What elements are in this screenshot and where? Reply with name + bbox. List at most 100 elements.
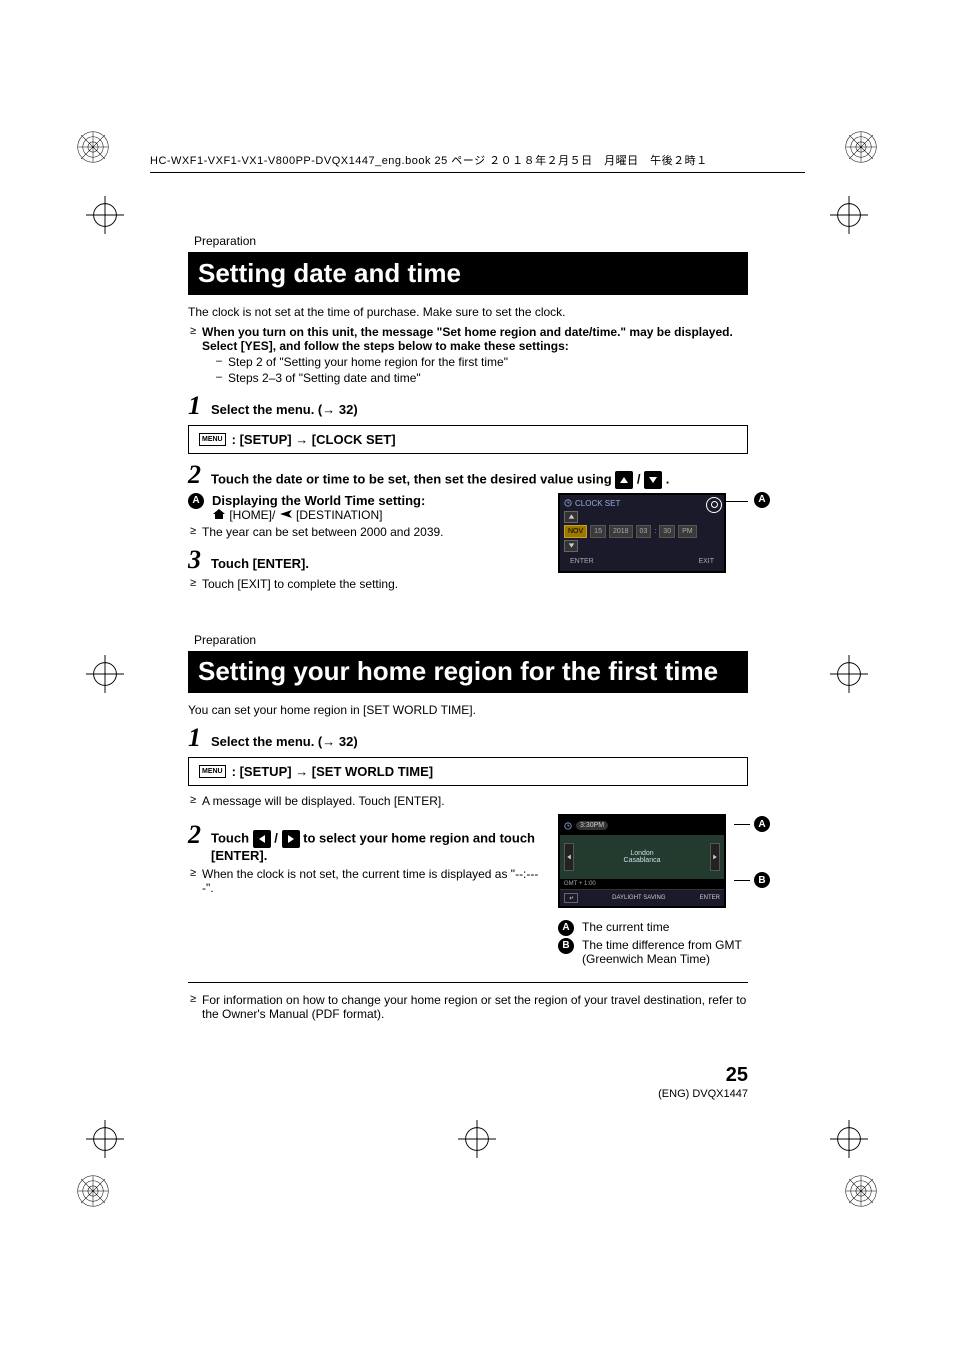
legend-b-badge: B: [558, 938, 574, 954]
menu-path-box: MENU : [SETUP] → [SET WORLD TIME]: [188, 757, 748, 786]
step-2-text: Touch / to select your home region and t…: [211, 830, 542, 863]
registration-mark: [830, 1120, 868, 1158]
step-number: 2: [188, 462, 201, 488]
divider: [188, 982, 748, 983]
clock-up-button[interactable]: [564, 511, 578, 523]
daylight-saving-button[interactable]: DAYLIGHT SAVING: [612, 895, 665, 901]
registration-rosette: [76, 1174, 110, 1208]
section-setting-home-region: Preparation Setting your home region for…: [188, 633, 748, 1021]
breadcrumb: Preparation: [194, 234, 748, 248]
callout-b-pointer: B: [734, 872, 770, 889]
note-bold: When you turn on this unit, the message …: [202, 325, 733, 353]
menu-path-box: MENU : [SETUP] → [CLOCK SET]: [188, 425, 748, 454]
note-turn-on: When you turn on this unit, the message …: [190, 325, 748, 385]
world-map: London Casablanca: [560, 835, 724, 879]
registration-mark: [830, 655, 868, 693]
menu-path: : [SETUP] → [CLOCK SET]: [232, 432, 396, 447]
world-time-options: [HOME]/ [DESTINATION]: [212, 508, 425, 523]
footer-note: For information on how to change your ho…: [190, 993, 748, 1021]
world-prev-button[interactable]: [564, 843, 574, 871]
exit-note: Touch [EXIT] to complete the setting.: [190, 577, 538, 591]
step-1: 1 Select the menu. (→ 32): [188, 725, 748, 751]
legend-a-text: The current time: [582, 920, 669, 934]
clock-not-set-note: When the clock is not set, the current t…: [190, 867, 542, 895]
arrow-right-icon: →: [322, 734, 335, 749]
world-next-button[interactable]: [710, 843, 720, 871]
clock-cell-min[interactable]: 30: [659, 525, 675, 538]
header-rule: [150, 172, 805, 173]
intro-text: You can set your home region in [SET WOR…: [188, 703, 748, 717]
registration-mark: [830, 196, 868, 234]
step-2: 2 Touch the date or time to be set, then…: [188, 462, 748, 489]
callout-a-row: A Displaying the World Time setting: [HO…: [188, 493, 538, 523]
callout-a-pointer: A: [754, 492, 770, 508]
page-title: Setting date and time: [188, 252, 748, 295]
callout-a-badge: A: [188, 493, 204, 509]
legend-b-text-2: (Greenwich Mean Time): [582, 952, 742, 966]
clock-cell-ampm[interactable]: PM: [678, 525, 697, 538]
step-1-text: Select the menu. (→ 32): [211, 402, 358, 417]
menu-icon: MENU: [199, 765, 226, 778]
clock-screen-title: CLOCK SET: [564, 499, 720, 509]
clock-exit-button[interactable]: EXIT: [698, 558, 714, 565]
world-city-2: Casablanca: [624, 857, 661, 864]
page-code: (ENG) DVQX1447: [188, 1088, 748, 1100]
clock-cell-year[interactable]: 2018: [609, 525, 633, 538]
callout-a-title: Displaying the World Time setting:: [212, 493, 425, 508]
clock-cell-month[interactable]: NOV: [564, 525, 587, 538]
step-3: 3 Touch [ENTER].: [188, 547, 538, 573]
gmt-offset: GMT + 1:00: [564, 881, 596, 887]
return-icon[interactable]: [564, 893, 578, 903]
message-note: A message will be displayed. Touch [ENTE…: [190, 794, 748, 808]
current-time-badge: 3:30PM: [576, 821, 608, 830]
world-enter-button[interactable]: ENTER: [700, 895, 720, 901]
step-number: 1: [188, 393, 201, 419]
clock-set-screenshot: CLOCK SET NOV 15 2018 03 : 30 PM: [558, 493, 726, 573]
world-time-indicator-icon: [706, 497, 722, 513]
registration-rosette: [76, 130, 110, 164]
registration-mark: [86, 655, 124, 693]
registration-mark: [86, 1120, 124, 1158]
menu-path: : [SETUP] → [SET WORLD TIME]: [232, 764, 434, 779]
right-arrow-icon: [282, 830, 300, 848]
callout-a-pointer: A: [734, 816, 770, 833]
step-1-text: Select the menu. (→ 32): [211, 734, 358, 749]
clock-cell-hour[interactable]: 03: [636, 525, 652, 538]
up-arrow-icon: [615, 471, 633, 489]
year-range-note: The year can be set between 2000 and 203…: [190, 525, 538, 539]
step-1: 1 Select the menu. (→ 32): [188, 393, 748, 419]
home-icon: [212, 508, 226, 523]
substep-date-time: Steps 2–3 of "Setting date and time": [216, 371, 748, 385]
clock-icon: [564, 818, 572, 833]
registration-mark: [458, 1120, 496, 1158]
step-number: 3: [188, 547, 201, 573]
clock-enter-button[interactable]: ENTER: [570, 558, 594, 565]
registration-mark: [86, 196, 124, 234]
step-number: 2: [188, 822, 201, 848]
legend-b-text-1: The time difference from GMT: [582, 938, 742, 952]
step-3-text: Touch [ENTER].: [211, 556, 309, 571]
legend-a-badge: A: [558, 920, 574, 936]
clock-value-row: NOV 15 2018 03 : 30 PM: [564, 525, 720, 538]
intro-text: The clock is not set at the time of purc…: [188, 305, 748, 319]
arrow-right-icon: →: [322, 402, 335, 417]
registration-rosette: [844, 1174, 878, 1208]
step-2: 2 Touch / to select your home region and…: [188, 822, 542, 864]
clock-icon: [564, 499, 572, 509]
plane-icon: [279, 508, 293, 523]
step-2-text: Touch the date or time to be set, then s…: [211, 471, 669, 489]
header-book-line: HC-WXF1-VXF1-VX1-V800PP-DVQX1447_eng.boo…: [150, 152, 708, 168]
down-arrow-icon: [644, 471, 662, 489]
clock-down-button[interactable]: [564, 540, 578, 552]
world-city-1: London: [624, 850, 661, 857]
clock-cell-day[interactable]: 15: [590, 525, 606, 538]
left-arrow-icon: [253, 830, 271, 848]
substep-home-region: Step 2 of "Setting your home region for …: [216, 355, 748, 369]
section-setting-date-time: Preparation Setting date and time The cl…: [188, 234, 748, 593]
page-title: Setting your home region for the first t…: [188, 651, 748, 693]
callout-leader-line: [724, 501, 748, 502]
registration-rosette: [844, 130, 878, 164]
legend: A The current time B The time difference f…: [558, 920, 748, 966]
world-time-screenshot: 3:30PM London Casablanca GMT + 1:00: [558, 814, 726, 908]
step-number: 1: [188, 725, 201, 751]
